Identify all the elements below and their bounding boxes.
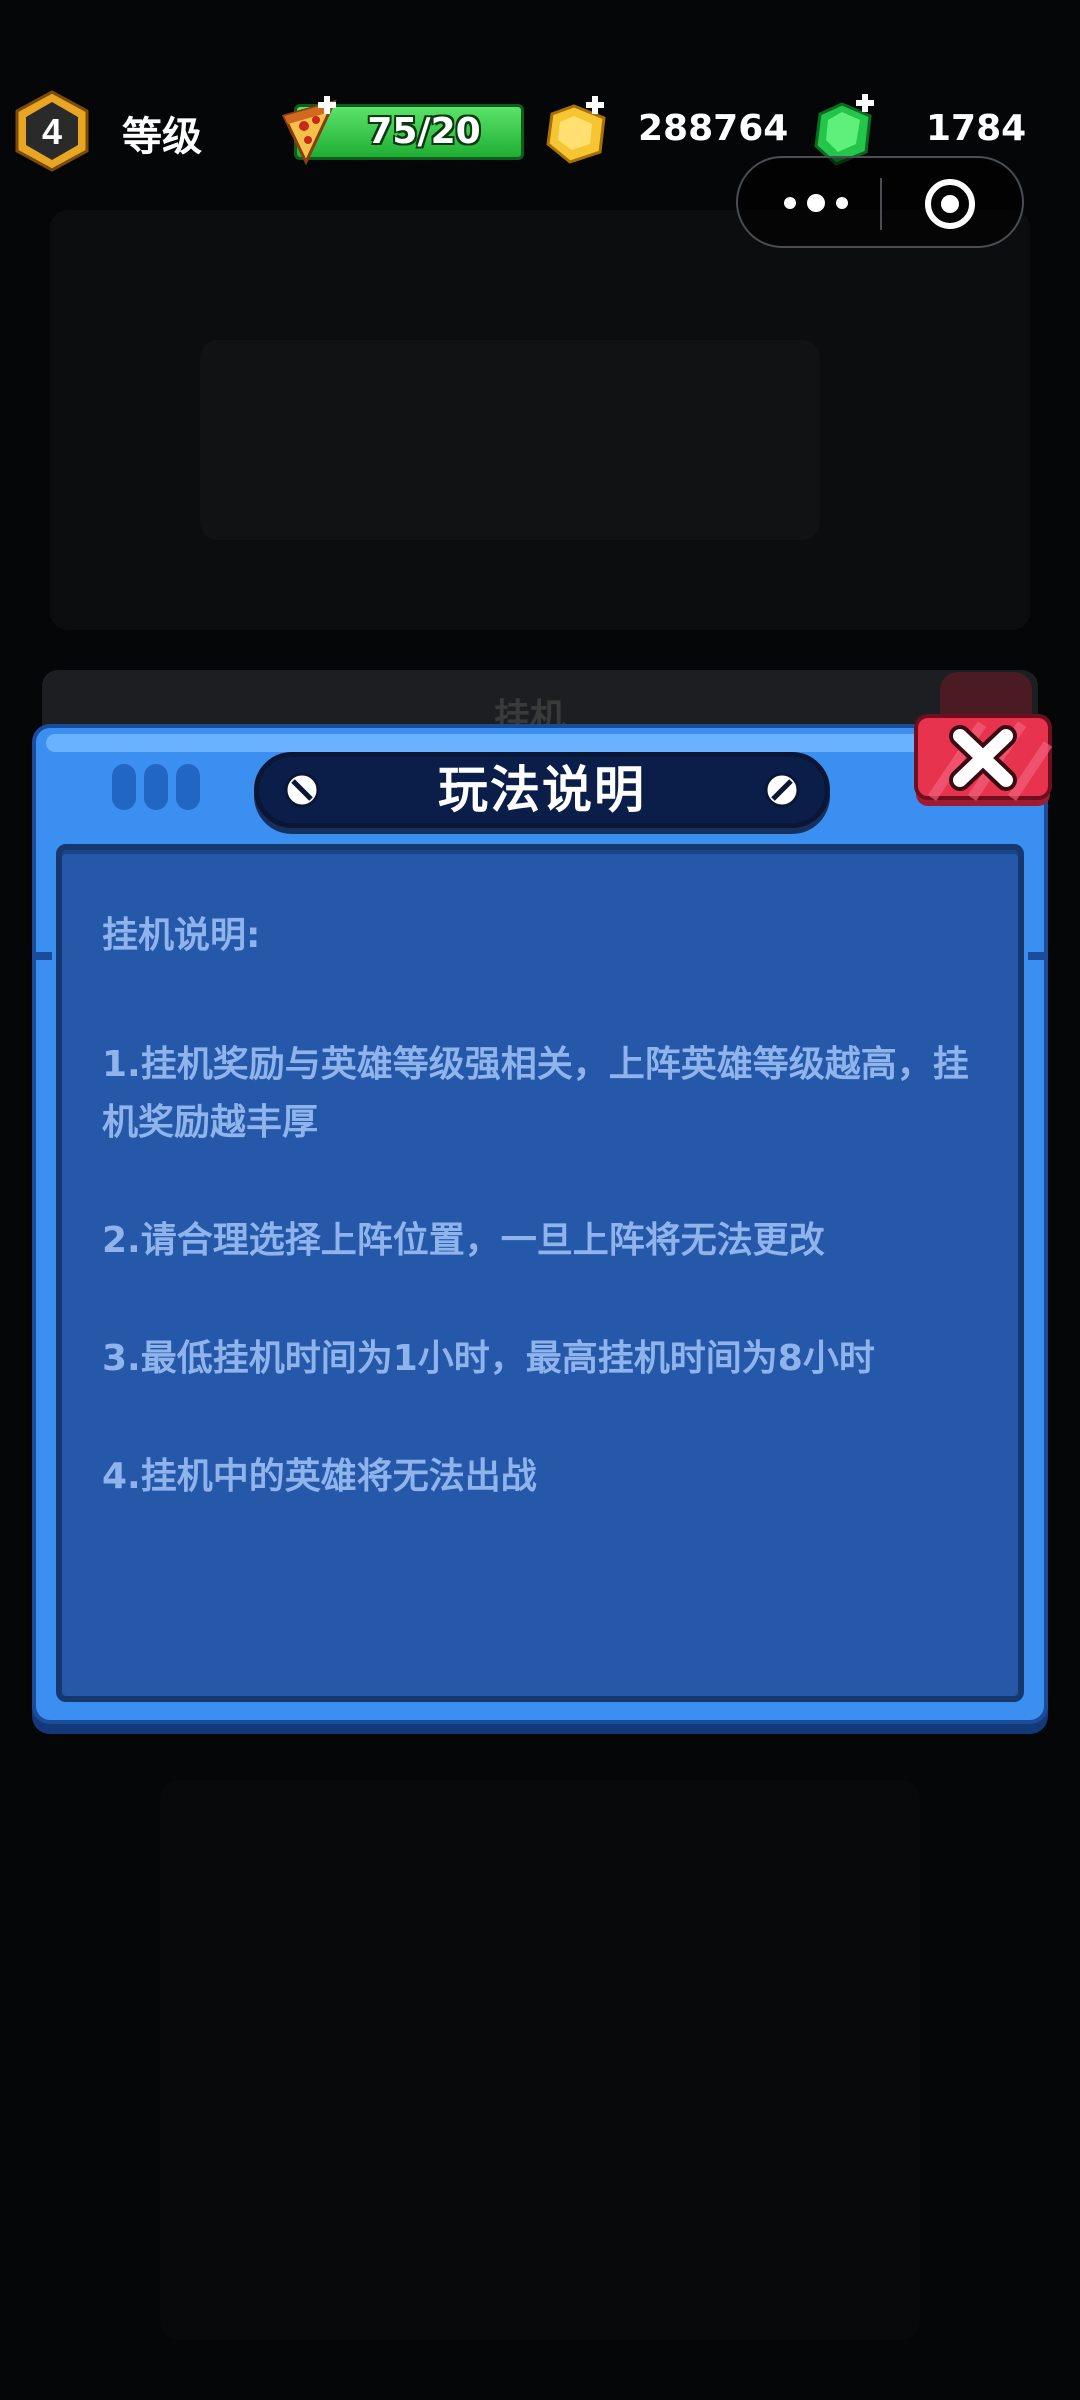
- top-hud: 4 等级 75/20 288764 1784: [0, 0, 1080, 180]
- gem-count: 1784: [926, 108, 1027, 149]
- rule-item: 1.挂机奖励与英雄等级强相关，上阵英雄等级越高，挂机奖励越丰厚: [102, 1044, 969, 1143]
- more-dots-icon[interactable]: [778, 178, 854, 228]
- grip-decoration-icon: [112, 764, 200, 810]
- level-label: 等级: [122, 114, 202, 160]
- background-lower-panel: [160, 1780, 920, 2340]
- close-x-icon[interactable]: [912, 714, 1054, 812]
- hexagon-level-badge-icon: 4: [15, 90, 89, 172]
- dialog-side-notch-left: [36, 952, 52, 960]
- game-screen: 挂机 4 等级 75/20 288764 1784 玩法说明 挂机说明: 1.挂…: [0, 0, 1080, 2400]
- coin-count: 288764: [638, 108, 789, 149]
- title-plate: 玩法说明: [254, 752, 830, 828]
- gold-coin-icon[interactable]: [542, 96, 612, 168]
- rule-item: 2.请合理选择上阵位置，一旦上阵将无法更改: [102, 1220, 825, 1261]
- target-circle-icon[interactable]: [922, 176, 978, 232]
- dialog-top-highlight: [46, 734, 1026, 752]
- rules-dialog: 玩法说明 挂机说明: 1.挂机奖励与英雄等级强相关，上阵英雄等级越高，挂机奖励越…: [32, 714, 1053, 1724]
- background-panel-inner: [200, 340, 820, 540]
- dialog-title: 玩法说明: [438, 761, 646, 819]
- capsule-divider: [880, 178, 882, 230]
- energy-value: 75/20: [367, 111, 481, 152]
- dialog-body: 挂机说明: 1.挂机奖励与英雄等级强相关，上阵英雄等级越高，挂机奖励越丰厚 2.…: [56, 844, 1024, 1702]
- screw-icon: [764, 772, 800, 808]
- level-number: 4: [42, 111, 62, 152]
- rule-item: 3.最低挂机时间为1小时，最高挂机时间为8小时: [102, 1338, 875, 1379]
- mini-program-capsule: [736, 156, 1024, 248]
- rules-heading: 挂机说明:: [102, 915, 261, 956]
- dialog-side-notch-right: [1028, 952, 1044, 960]
- rule-item: 4.挂机中的英雄将无法出战: [102, 1456, 537, 1497]
